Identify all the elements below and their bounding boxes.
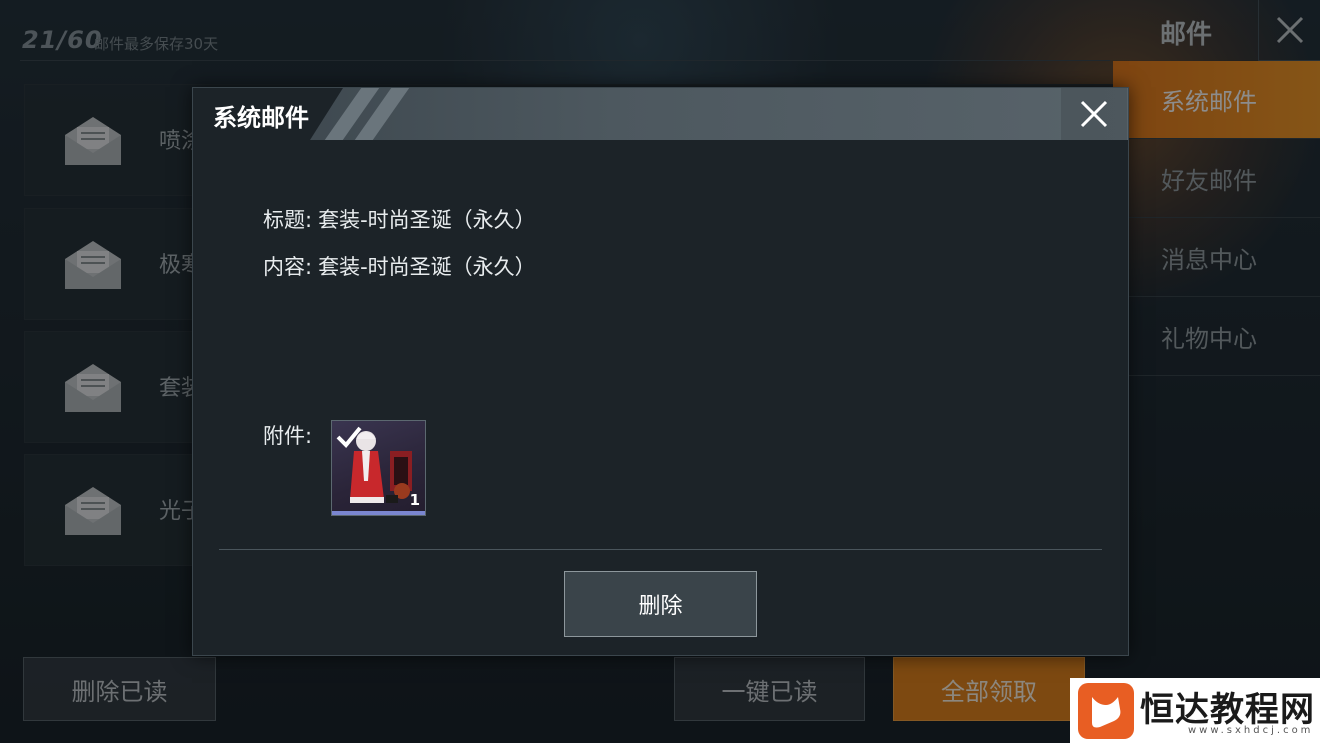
attachment-label: 附件: (263, 424, 313, 448)
attachment-item[interactable]: 1 (331, 420, 426, 516)
attachment-quantity: 1 (409, 491, 420, 509)
watermark-url: www.sxhdcj.com (1188, 725, 1314, 736)
content-label: 内容: (263, 255, 313, 279)
subject-label: 标题: (263, 208, 313, 232)
watermark-logo (1078, 683, 1134, 739)
site-watermark: 恒达教程网 www.sxhdcj.com (1070, 678, 1320, 743)
system-mail-dialog: 系统邮件 标题:套装-时尚圣诞（永久） 内容:套装-时尚圣诞（永久） 附件: (192, 87, 1129, 656)
watermark-name: 恒达教程网 (1140, 690, 1315, 730)
mail-subject: 标题: 套装-时尚圣诞（永久） (263, 204, 536, 234)
mail-content: 内容: 套装-时尚圣诞（永久） (263, 251, 536, 281)
dialog-header: 系统邮件 (193, 88, 1128, 140)
subject-value: 套装-时尚圣诞（永久） (318, 208, 536, 232)
dialog-title: 系统邮件 (213, 104, 309, 132)
delete-button[interactable]: 删除 (564, 571, 757, 637)
content-value: 套装-时尚圣诞（永久） (318, 255, 536, 279)
dialog-divider (219, 549, 1102, 550)
close-icon (1080, 100, 1108, 128)
dialog-close-button[interactable] (1061, 88, 1127, 140)
attachment-rarity-bar (332, 511, 425, 515)
checkmark-icon (336, 426, 362, 448)
